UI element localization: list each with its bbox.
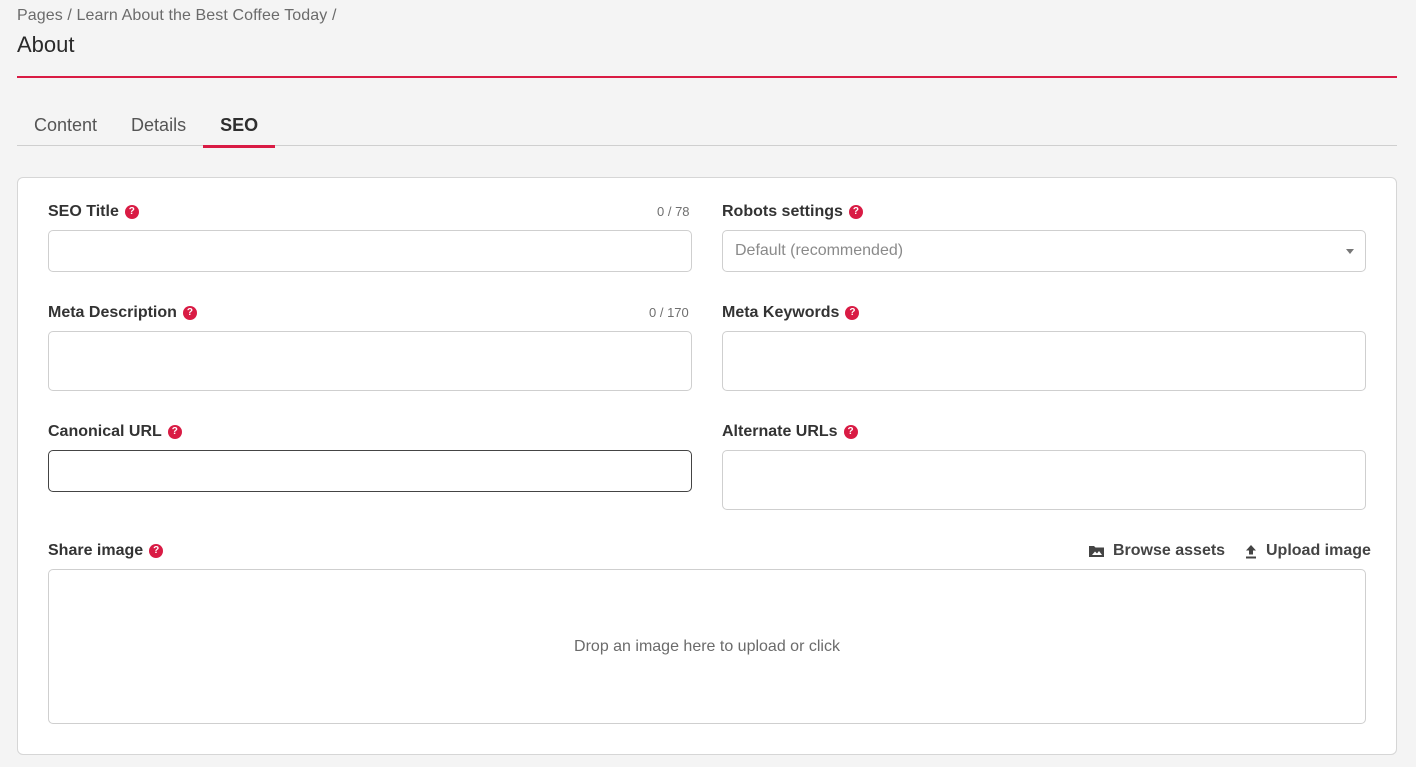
image-folder-icon [1089, 546, 1104, 557]
upload-image-label: Upload image [1266, 542, 1371, 559]
canonical-url-label-row: Canonical URL ? [48, 421, 182, 443]
canonical-url-field [48, 450, 692, 492]
meta-description-label-row: Meta Description ? [48, 302, 197, 324]
meta-keywords-field [722, 331, 1366, 391]
meta-keywords-label-row: Meta Keywords ? [722, 302, 860, 324]
help-icon[interactable]: ? [845, 306, 860, 320]
seo-title-label: SEO Title [48, 203, 119, 220]
help-icon[interactable]: ? [843, 425, 858, 439]
help-icon[interactable]: ? [124, 205, 139, 219]
help-icon[interactable]: ? [167, 425, 182, 439]
meta-description-field [48, 331, 692, 391]
alternate-urls-field [722, 450, 1366, 510]
alternate-urls-input[interactable] [723, 451, 1365, 509]
image-dropzone[interactable]: Drop an image here to upload or click [48, 569, 1366, 724]
seo-title-field [48, 230, 692, 272]
dropzone-text: Drop an image here to upload or click [574, 637, 840, 655]
help-icon[interactable]: ? [848, 205, 863, 219]
help-icon[interactable]: ? [149, 544, 164, 558]
browse-assets-label: Browse assets [1113, 542, 1226, 559]
canonical-url-label: Canonical URL [48, 423, 162, 440]
meta-description-counter: 0 / 170 [649, 305, 689, 320]
caret-down-icon [1346, 249, 1354, 254]
share-image-label: Share image [48, 542, 144, 559]
canonical-url-input[interactable] [49, 451, 691, 491]
meta-description-label: Meta Description [48, 304, 177, 321]
tab-seo[interactable]: SEO [203, 104, 276, 148]
tab-content[interactable]: Content [17, 104, 114, 146]
help-icon[interactable]: ? [182, 306, 197, 320]
page: Pages / Learn About the Best Coffee Toda… [0, 0, 1416, 767]
robots-settings-label: Robots settings [722, 203, 843, 220]
seo-title-input[interactable] [49, 231, 691, 271]
header-divider [17, 76, 1397, 78]
upload-icon [1246, 544, 1256, 558]
robots-label-row: Robots settings ? [722, 201, 863, 223]
upload-image-button[interactable]: Upload image [1244, 540, 1371, 562]
browse-assets-button[interactable]: Browse assets [1088, 540, 1225, 562]
alternate-urls-label-row: Alternate URLs ? [722, 421, 858, 443]
meta-description-input[interactable] [49, 332, 691, 390]
robots-settings-select[interactable]: Default (recommended) [722, 230, 1366, 272]
tab-details[interactable]: Details [114, 104, 203, 146]
alternate-urls-label: Alternate URLs [722, 423, 838, 440]
seo-form-card: SEO Title ? 0 / 78 Robots settings ? Def… [17, 177, 1397, 755]
tab-bar: Content Details SEO [17, 104, 1397, 148]
meta-keywords-input[interactable] [723, 332, 1365, 390]
share-image-label-row: Share image ? [48, 540, 164, 562]
seo-title-counter: 0 / 78 [657, 204, 690, 219]
breadcrumb[interactable]: Pages / Learn About the Best Coffee Toda… [17, 7, 337, 25]
meta-keywords-label: Meta Keywords [722, 304, 840, 321]
seo-title-label-row: SEO Title ? [48, 201, 139, 223]
robots-settings-value: Default (recommended) [735, 242, 904, 259]
page-title: About [17, 32, 75, 57]
